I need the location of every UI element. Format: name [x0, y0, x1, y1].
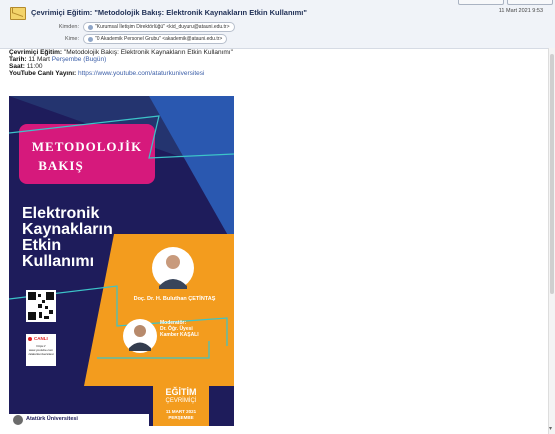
poster-heading-2: Kaynakların: [22, 221, 113, 238]
event-poster: METODOLOJİK BAKIŞ Elektronik Kaynakların…: [9, 96, 234, 426]
poster-heading-1: Elektronik: [22, 205, 100, 222]
from-chip[interactable]: "Kurumsal İletişim Direktörlüğü" <kid_du…: [83, 22, 235, 32]
badge-line-1: EĞİTİM: [165, 387, 197, 397]
body-value-3: 11:00: [26, 63, 43, 70]
scroll-down-icon[interactable]: ▾: [549, 425, 552, 432]
email-subject: Çevrimiçi Eğitim: "Metodolojik Bakış: El…: [31, 8, 307, 17]
person-icon: [88, 24, 93, 30]
youtube-link[interactable]: https://www.youtube.com/ataturkuniversit…: [78, 70, 204, 77]
toolbar-button-1[interactable]: [458, 0, 504, 5]
from-row: Kimden: "Kurumsal İletişim Direktörlüğü"…: [57, 22, 235, 32]
body-label-4: YouTube Canlı Yayını:: [9, 70, 77, 77]
body-line-4: YouTube Canlı Yayını: https://www.youtub…: [9, 70, 539, 77]
to-label: Kime:: [64, 36, 79, 42]
to-value: "0 Akademik Personel Grubu" <akademik@at…: [95, 36, 223, 42]
badge-line-4: PERŞEMBE: [168, 415, 194, 420]
scrollbar-thumb[interactable]: [550, 54, 554, 294]
university-logo: [13, 415, 23, 425]
body-label-3: Saat:: [9, 63, 25, 70]
moderator-name: Kamber KAŞALI: [160, 332, 199, 338]
toolbar-button-2[interactable]: [507, 0, 553, 5]
body-label-2: Tarih:: [9, 56, 27, 63]
poster-blue-stripe: [149, 96, 234, 246]
scrollbar[interactable]: ▾: [548, 48, 555, 434]
toolbar-buttons: [458, 0, 553, 5]
to-row: Kime: "0 Akademik Personel Grubu" <akade…: [57, 34, 228, 44]
body-label-1: Çevrimiçi Eğitim:: [9, 49, 63, 56]
body-value-2: 11 Mart: [28, 56, 50, 63]
speaker-face: [166, 255, 180, 269]
live-dot-icon: [28, 337, 32, 341]
poster-title-2: BAKIŞ: [38, 158, 84, 173]
poster-heading-4: Kullanımı: [22, 253, 95, 270]
date-link[interactable]: Perşembe (Bugün): [52, 56, 107, 63]
to-chip[interactable]: "0 Akademik Personel Grubu" <akademik@at…: [83, 34, 228, 44]
moderator-block: Moderatör: Dr. Öğr. Üyesi Kamber KAŞALI: [160, 320, 230, 338]
body-line-2: Tarih: 11 Mart Perşembe (Bugün): [9, 56, 539, 63]
live-url-3: /ataturkuniversitesi: [28, 352, 54, 356]
body-line-1: Çevrimiçi Eğitim: "Metodolojik Bakış: El…: [9, 49, 539, 56]
speaker-name: Doç. Dr. H. Buluthan ÇETİNTAŞ: [133, 296, 216, 302]
email-date: 11 Mart 2021 9:53: [498, 8, 543, 14]
email-body: Çevrimiçi Eğitim: "Metodolojik Bakış: El…: [9, 49, 539, 77]
university-name: Atatürk Üniversitesi: [26, 416, 78, 422]
moderator-face: [134, 325, 146, 337]
body-line-3: Saat: 11:00: [9, 63, 539, 70]
envelope-icon: [10, 7, 26, 20]
poster-title-1: METODOLOJİK: [31, 139, 143, 154]
live-url: https:// www.youtube.com /ataturkunivers…: [27, 344, 55, 356]
body-value-1: "Metodolojik Bakış: Elektronik Kaynaklar…: [63, 49, 233, 56]
live-label: CANLI: [34, 336, 48, 341]
poster-heading: Elektronik Kaynakların Etkin Kullanımı: [22, 206, 113, 270]
badge-line-2: ÇEVRİMİÇİ: [165, 398, 197, 404]
person-icon: [88, 36, 93, 42]
from-value: "Kurumsal İletişim Direktörlüğü" <kid_du…: [95, 24, 230, 30]
event-badge-text: EĞİTİM ÇEVRİMİÇİ 11 MART 2021 PERŞEMBE: [153, 387, 209, 421]
email-header: Çevrimiçi Eğitim: "Metodolojik Bakış: El…: [0, 0, 555, 49]
from-label: Kimden:: [58, 24, 79, 30]
poster-heading-3: Etkin: [22, 237, 62, 254]
